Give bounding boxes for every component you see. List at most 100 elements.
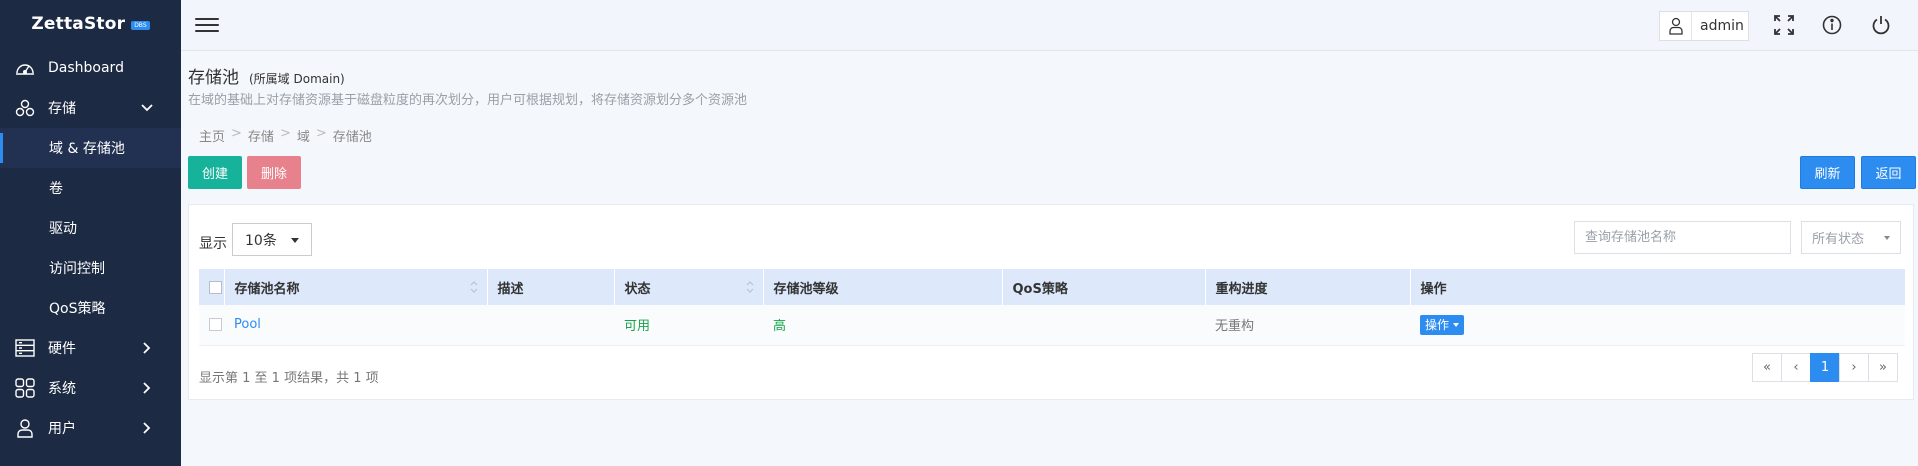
- sort-icon: [470, 281, 477, 293]
- logo-text: ZettaStor: [31, 14, 126, 34]
- action-dropdown-label: 操作: [1425, 318, 1450, 333]
- sidebar-item-label: 用户: [48, 421, 76, 437]
- info-icon[interactable]: [1819, 12, 1845, 38]
- sidebar-item-access-control[interactable]: 访问控制: [0, 248, 181, 288]
- column-header-name[interactable]: 存储池名称: [224, 269, 488, 305]
- page-size-select[interactable]: 10条: [232, 223, 312, 256]
- page-next-button[interactable]: ›: [1839, 353, 1869, 382]
- sidebar-item-hardware[interactable]: 硬件: [0, 328, 181, 368]
- search-input[interactable]: [1574, 221, 1791, 254]
- pool-status-cell: 可用: [624, 319, 651, 335]
- sidebar-item-system[interactable]: 系统: [0, 368, 181, 408]
- pool-qos-cell: [1002, 305, 1205, 345]
- fullscreen-icon[interactable]: [1771, 12, 1797, 38]
- page-size-value: 10条: [245, 232, 277, 249]
- sidebar-item-label: 域 & 存储池: [49, 141, 125, 157]
- gauge-icon: [14, 57, 36, 79]
- username: admin: [1700, 18, 1744, 34]
- refresh-button[interactable]: 刷新: [1800, 156, 1855, 189]
- breadcrumb-separator: >: [315, 126, 327, 141]
- server-icon: [14, 337, 36, 359]
- main-content: 存储池 (所属域 Domain) 在域的基础上对存储资源基于磁盘粒度的再次划分，…: [181, 51, 1918, 466]
- user-icon: [14, 417, 36, 439]
- back-button[interactable]: 返回: [1861, 156, 1916, 189]
- page-last-button[interactable]: »: [1868, 353, 1898, 382]
- chevron-right-icon: [139, 420, 155, 436]
- top-header: admin: [181, 0, 1918, 51]
- row-checkbox[interactable]: [209, 318, 222, 332]
- pagination: « ‹ 1 › »: [1752, 353, 1898, 382]
- power-icon[interactable]: [1868, 12, 1894, 38]
- column-header-rebuild: 重构进度: [1205, 269, 1411, 305]
- sidebar-item-label: 系统: [48, 381, 76, 397]
- page-size-label: 显示: [199, 236, 227, 252]
- grid-icon: [14, 377, 36, 399]
- pool-rebuild-cell: 无重构: [1215, 319, 1255, 335]
- user-menu[interactable]: admin: [1659, 11, 1749, 41]
- pool-action-cell: 操作: [1410, 305, 1905, 345]
- column-header-actions: 操作: [1420, 281, 1447, 297]
- sidebar-item-volume[interactable]: 卷: [0, 168, 181, 208]
- breadcrumb-separator: >: [279, 126, 291, 141]
- sidebar-item-domain-pool[interactable]: 域 & 存储池: [0, 128, 181, 168]
- page-title: 存储池: [188, 68, 239, 88]
- table-row: Pool 可用 高 无重构 操作: [199, 305, 1905, 345]
- user-icon: [1660, 12, 1692, 40]
- sidebar-item-driver[interactable]: 驱动: [0, 208, 181, 248]
- breadcrumb: 主页 > 存储 > 域 > 存储池: [199, 126, 372, 145]
- status-filter-select[interactable]: 所有状态: [1801, 221, 1901, 254]
- caret-down-icon: [1453, 322, 1460, 327]
- delete-button[interactable]: 删除: [247, 156, 301, 189]
- sidebar-item-label: 驱动: [49, 221, 77, 237]
- row-select-cell: [199, 305, 224, 345]
- sidebar-item-storage[interactable]: 存储: [0, 88, 181, 128]
- sort-icon: [746, 281, 753, 293]
- pool-description-cell: [487, 305, 614, 345]
- column-header-level: 存储池等级: [763, 269, 1003, 305]
- breadcrumb-storage[interactable]: 存储: [248, 126, 274, 145]
- sidebar-item-label: 访问控制: [49, 261, 105, 277]
- chevron-right-icon: [139, 380, 155, 396]
- caret-down-icon: [1884, 236, 1890, 240]
- action-dropdown-button[interactable]: 操作: [1420, 314, 1465, 335]
- column-header-qos: QoS策略: [1002, 269, 1206, 305]
- logo[interactable]: ZettaStor DBS: [0, 0, 181, 48]
- table-header-row: 存储池名称 描述 状态 存储池等级 QoS策略 重构进度 操作: [199, 269, 1905, 305]
- sidebar-item-dashboard[interactable]: Dashboard: [0, 48, 181, 88]
- caret-down-icon: [291, 238, 299, 243]
- chevron-right-icon: [139, 340, 155, 356]
- table-summary: 显示第 1 至 1 项结果，共 1 项: [199, 371, 379, 386]
- breadcrumb-current: 存储池: [332, 130, 372, 145]
- storage-icon: [14, 97, 36, 119]
- chevron-down-icon: [139, 100, 155, 116]
- page-description: 在域的基础上对存储资源基于磁盘粒度的再次划分，用户可根据规划，将存储资源划分多个…: [188, 93, 748, 108]
- pool-level-cell: 高: [773, 319, 787, 335]
- sidebar-item-label: 卷: [49, 181, 63, 197]
- page-prev-button[interactable]: ‹: [1781, 353, 1811, 382]
- pool-name-cell: Pool: [224, 305, 487, 345]
- select-all-checkbox[interactable]: [209, 280, 222, 294]
- sidebar-nav: Dashboard 存储 域 & 存储池 卷 驱动 访问控制 QoS策略 硬件 …: [0, 48, 181, 448]
- menu-toggle-icon[interactable]: [195, 14, 219, 36]
- sidebar: ZettaStor DBS Dashboard 存储 域 & 存储池 卷 驱动: [0, 0, 181, 466]
- page-header: 存储池 (所属域 Domain): [188, 63, 345, 88]
- breadcrumb-domain[interactable]: 域: [297, 126, 310, 145]
- pool-table: 存储池名称 描述 状态 存储池等级 QoS策略 重构进度 操作 Pool 可用 …: [199, 269, 1905, 346]
- sidebar-item-user[interactable]: 用户: [0, 408, 181, 448]
- page-scope: (所属域 Domain): [249, 72, 345, 86]
- create-button[interactable]: 创建: [188, 156, 242, 189]
- sidebar-item-label: 硬件: [48, 341, 76, 357]
- page-current-button[interactable]: 1: [1810, 353, 1840, 382]
- logo-badge: DBS: [131, 21, 150, 30]
- status-filter-value: 所有状态: [1812, 232, 1865, 247]
- breadcrumb-home[interactable]: 主页: [199, 126, 225, 145]
- column-header-status[interactable]: 状态: [614, 269, 764, 305]
- breadcrumb-separator: >: [231, 126, 242, 141]
- sidebar-item-label: 存储: [48, 101, 76, 117]
- sidebar-item-qos[interactable]: QoS策略: [0, 288, 181, 328]
- pool-name-link[interactable]: Pool: [234, 317, 261, 332]
- page-first-button[interactable]: «: [1752, 353, 1782, 382]
- pool-table-panel: 显示 10条 所有状态 存储池名称 描述 状态: [188, 204, 1914, 400]
- select-all-cell: [199, 269, 225, 305]
- sidebar-item-label: Dashboard: [48, 60, 124, 76]
